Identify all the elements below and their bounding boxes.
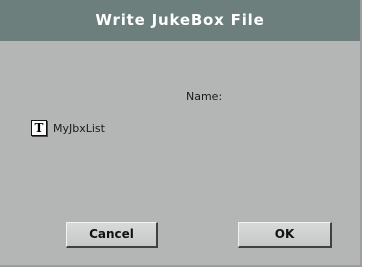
- cancel-button[interactable]: Cancel: [66, 222, 158, 248]
- write-jukebox-dialog: Write JukeBox File Name: T MyJbxList Can…: [0, 0, 362, 267]
- name-field-value: MyJbxList: [53, 122, 105, 135]
- text-edit-icon[interactable]: T: [31, 120, 47, 136]
- dialog-title: Write JukeBox File: [0, 0, 360, 41]
- ok-button[interactable]: OK: [238, 222, 332, 248]
- name-label: Name:: [186, 90, 223, 103]
